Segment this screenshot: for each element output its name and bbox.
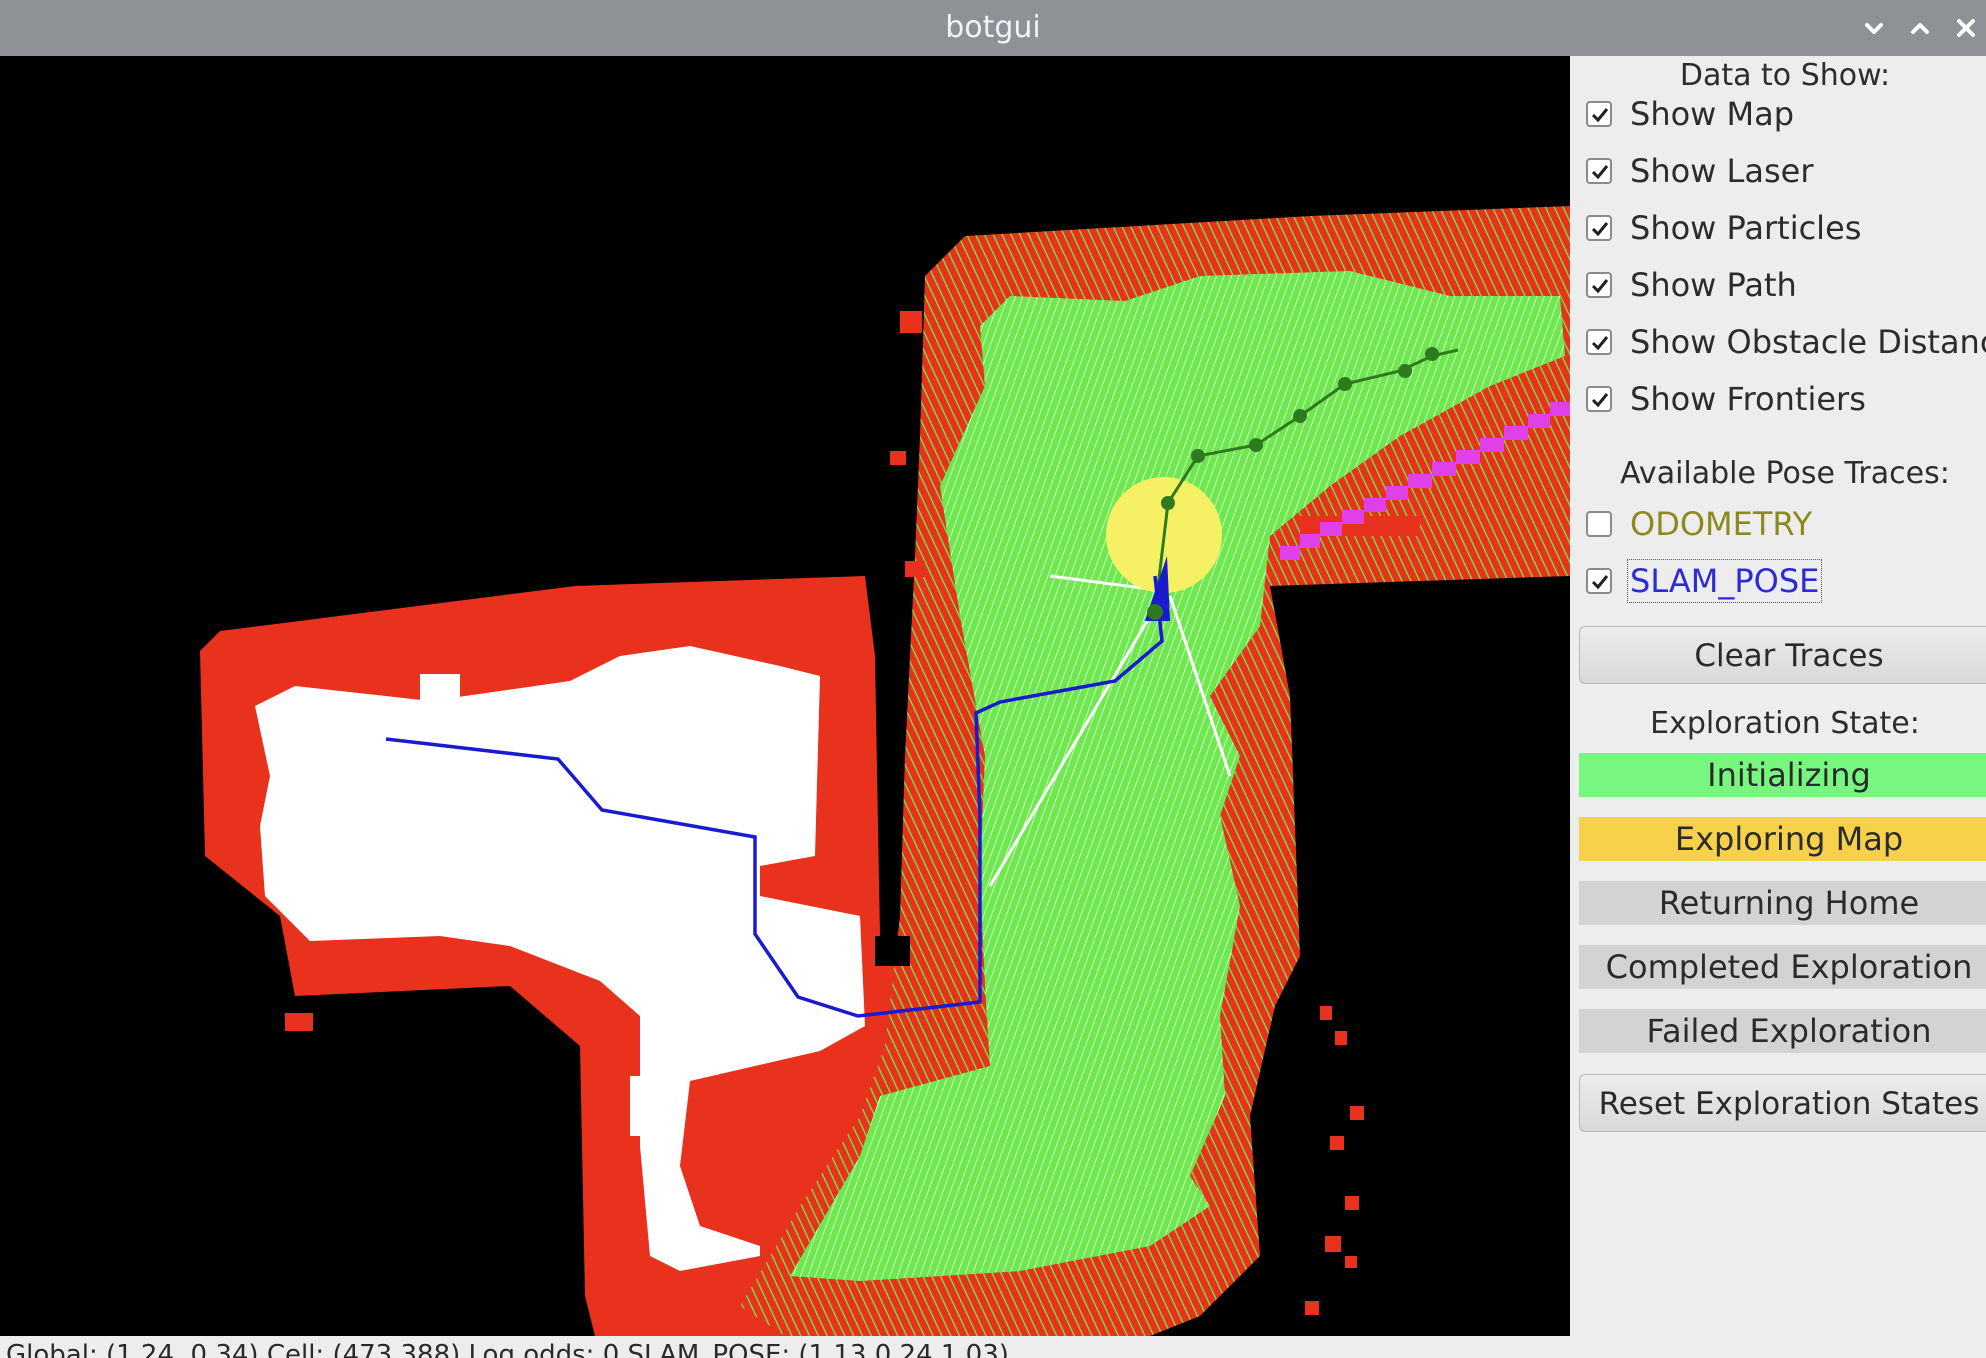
- checkbox-box[interactable]: [1586, 272, 1612, 298]
- show-laser-checkbox[interactable]: Show Laser: [1586, 146, 1813, 196]
- check-icon: [1591, 336, 1609, 351]
- exploration-state-header: Exploration State:: [1650, 706, 1920, 741]
- title-bar: botgui: [0, 0, 1986, 56]
- show-path-checkbox[interactable]: Show Path: [1586, 260, 1797, 310]
- check-icon: [1591, 575, 1609, 590]
- check-icon: [1591, 279, 1609, 294]
- state-returning-home: Returning Home: [1579, 881, 1986, 925]
- checkbox-box[interactable]: [1586, 215, 1612, 241]
- unknown-cell: [875, 936, 910, 966]
- checkbox-box[interactable]: [1586, 101, 1612, 127]
- check-icon: [1591, 108, 1609, 123]
- show-obstacle-distances-checkbox[interactable]: Show Obstacle Distances: [1586, 317, 1986, 367]
- state-initializing: Initializing: [1579, 753, 1986, 797]
- control-panel: Data to Show: Show Map Show Laser Show P…: [1570, 56, 1986, 1336]
- state-exploring-map: Exploring Map: [1579, 817, 1986, 861]
- odometry-label: ODOMETRY: [1630, 505, 1813, 543]
- show-particles-label: Show Particles: [1630, 209, 1862, 247]
- state-failed-exploration: Failed Exploration: [1579, 1009, 1986, 1053]
- show-laser-label: Show Laser: [1630, 152, 1814, 190]
- close-button[interactable]: [1946, 8, 1986, 48]
- checkbox-box[interactable]: [1586, 158, 1612, 184]
- check-icon: [1591, 393, 1609, 408]
- close-icon: [1957, 19, 1975, 37]
- show-obstacle-distances-label: Show Obstacle Distances: [1630, 323, 1986, 361]
- odometry-checkbox[interactable]: ODOMETRY: [1586, 499, 1812, 549]
- status-bar: Global: (1.24, 0.34) Cell: (473,388) Log…: [0, 1336, 1986, 1358]
- data-to-show-header: Data to Show:: [1679, 58, 1891, 93]
- slam-pose-label: SLAM_POSE: [1626, 559, 1823, 603]
- show-frontiers-label: Show Frontiers: [1630, 380, 1866, 418]
- slam-pose-checkbox[interactable]: SLAM_POSE: [1586, 556, 1823, 606]
- status-text: Global: (1.24, 0.34) Cell: (473,388) Log…: [6, 1340, 1009, 1358]
- reset-exploration-states-button[interactable]: Reset Exploration States: [1579, 1074, 1986, 1132]
- show-map-checkbox[interactable]: Show Map: [1586, 89, 1794, 139]
- chevron-down-icon: [1865, 23, 1883, 34]
- show-particles-checkbox[interactable]: Show Particles: [1586, 203, 1861, 253]
- clear-traces-button[interactable]: Clear Traces: [1579, 626, 1986, 684]
- checkbox-box[interactable]: [1586, 329, 1612, 355]
- chevron-up-icon: [1911, 23, 1929, 34]
- checkbox-box[interactable]: [1586, 511, 1612, 537]
- check-icon: [1591, 165, 1609, 180]
- checkbox-box[interactable]: [1586, 568, 1612, 594]
- show-map-label: Show Map: [1630, 95, 1795, 133]
- pose-traces-header: Available Pose Traces:: [1620, 456, 1950, 491]
- checkbox-box[interactable]: [1586, 386, 1612, 412]
- minimize-button[interactable]: [1854, 8, 1894, 48]
- window-title: botgui: [945, 10, 1041, 45]
- map-canvas[interactable]: [0, 56, 1570, 1336]
- check-icon: [1591, 222, 1609, 237]
- state-completed-exploration: Completed Exploration: [1579, 945, 1986, 989]
- maximize-button[interactable]: [1900, 8, 1940, 48]
- show-frontiers-checkbox[interactable]: Show Frontiers: [1586, 374, 1866, 424]
- show-path-label: Show Path: [1630, 266, 1797, 304]
